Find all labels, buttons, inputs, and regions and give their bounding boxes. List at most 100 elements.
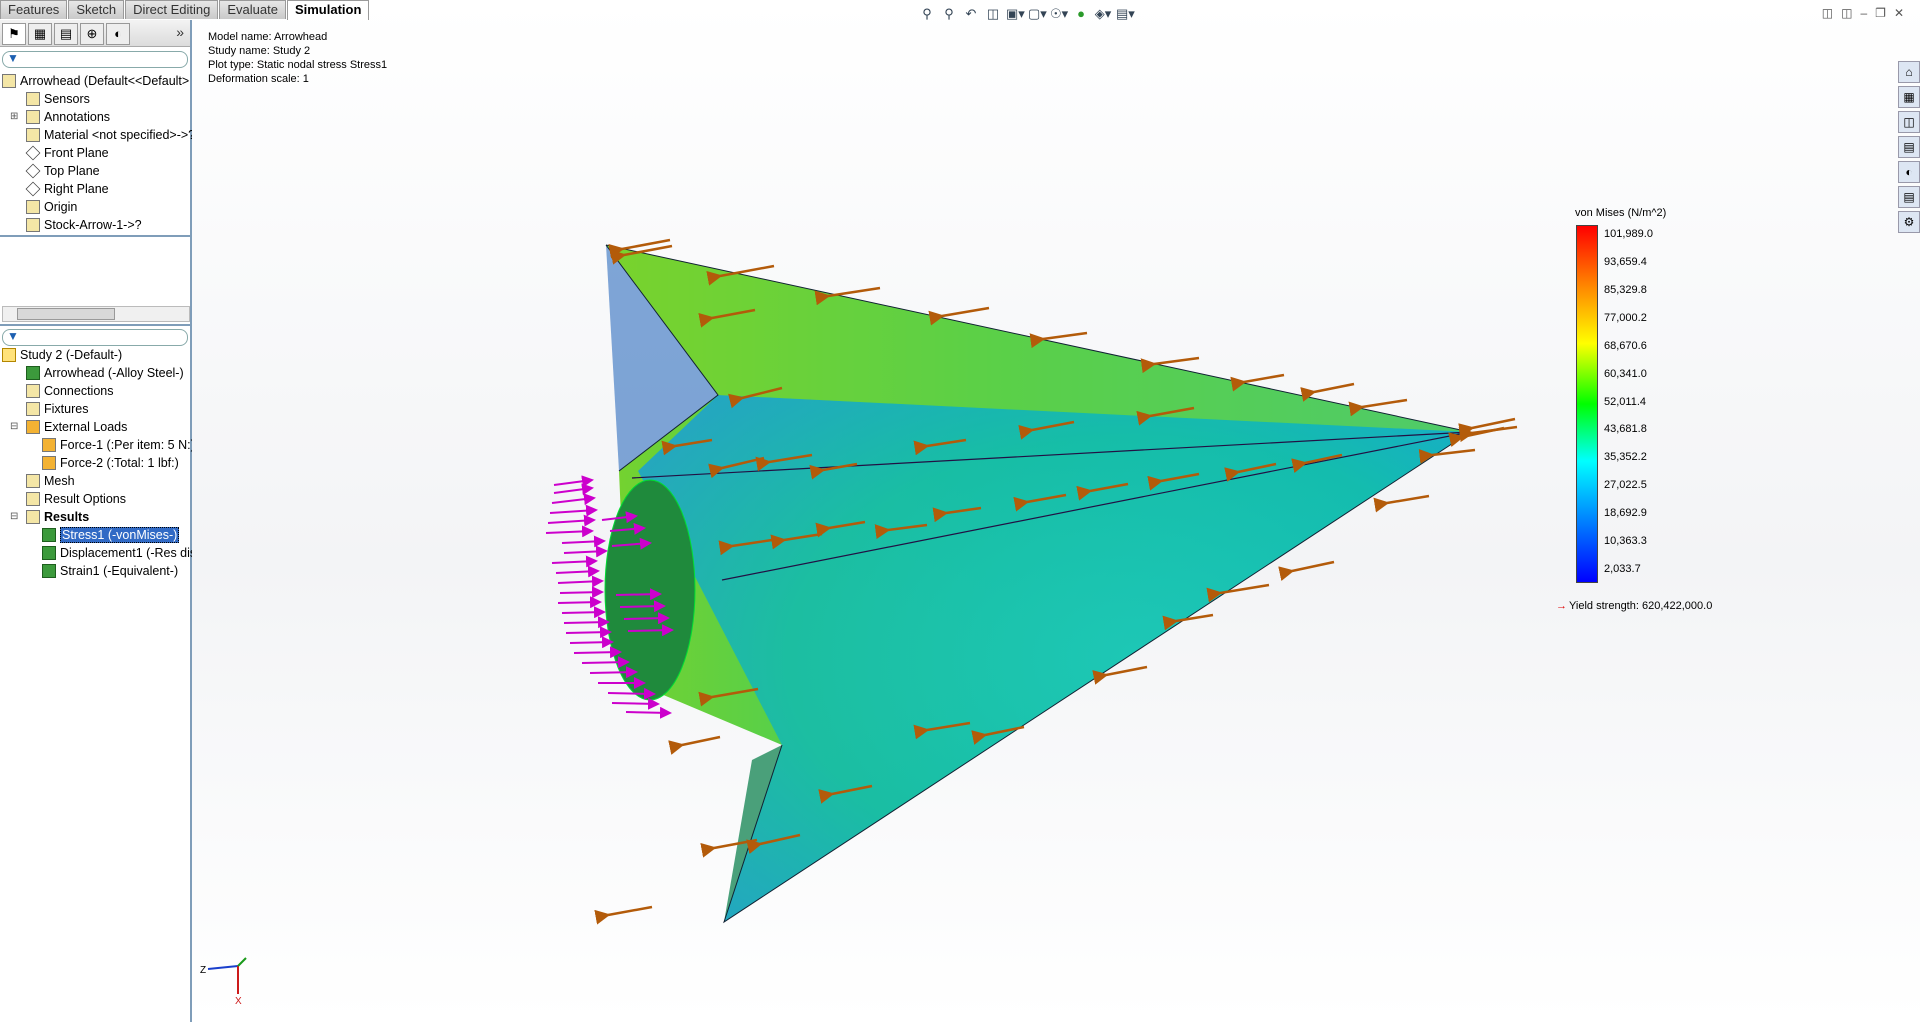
reference-triad: Z X <box>200 957 247 1006</box>
legend-title: von Mises (N/m^2) <box>1575 207 1667 219</box>
tree-item[interactable]: Force-1 (:Per item: 5 N:) <box>0 436 195 454</box>
tree-item-label: Strain1 (-Equivalent-) <box>60 564 179 578</box>
appearances-icon[interactable]: ◐ <box>1898 161 1920 183</box>
tree-item[interactable]: Connections <box>0 382 190 400</box>
legend-tick: 10,363.3 <box>1604 535 1647 548</box>
tree-item[interactable]: Fixtures <box>0 400 190 418</box>
yield-strength: → Yield strength: 620,422,000.0 <box>1556 600 1712 612</box>
tree-item[interactable]: Right Plane <box>0 180 190 198</box>
results-folder-icon <box>26 510 40 524</box>
property-manager-tab[interactable]: ▦ <box>28 23 52 45</box>
graphics-area[interactable]: Model name: Arrowhead Study name: Study … <box>192 0 1920 1022</box>
tree-item[interactable]: Mesh <box>0 472 190 490</box>
horizontal-scrollbar[interactable] <box>2 306 190 322</box>
annotations-icon <box>26 110 40 124</box>
view-palette-icon[interactable]: ▤ <box>1898 136 1920 158</box>
tree-item[interactable]: Stress1 (-vonMises-) <box>0 526 190 544</box>
result-options-icon <box>26 492 40 506</box>
legend-tick: 85,329.8 <box>1604 283 1647 296</box>
tree-item-label: Arrowhead (Default<<Default> <box>20 74 190 88</box>
plot-icon <box>42 564 56 578</box>
tab-sketch[interactable]: Sketch <box>68 0 125 19</box>
tree-item[interactable]: Force-2 (:Total: 1 lbf:) <box>0 454 190 472</box>
tab-features[interactable]: Features <box>0 0 68 19</box>
configuration-manager-tab[interactable]: ▤ <box>54 23 78 45</box>
force-icon <box>42 456 56 470</box>
tree-item[interactable]: Sensors <box>0 90 190 108</box>
feature-manager-tab[interactable]: ⚑ <box>2 23 26 45</box>
tree-item-label: Annotations <box>44 110 111 124</box>
tree-item[interactable]: Front Plane <box>0 144 190 162</box>
tree-item-label: Front Plane <box>44 146 109 160</box>
tree-item-label: Arrowhead (-Alloy Steel-) <box>44 366 184 380</box>
tree-item[interactable]: Arrowhead (Default<<Default> <box>0 72 190 90</box>
tree-item[interactable]: Study 2 (-Default-) <box>0 346 190 364</box>
feature-manager-panel: ⚑ ▦ ▤ ⊕ ◐ » ▼ Arrowhead (Default<<Defaul… <box>0 20 203 1022</box>
tree-item-label: Top Plane <box>44 164 100 178</box>
tree-item-label: Displacement1 (-Res disp <box>60 546 204 560</box>
legend-tick: 68,670.6 <box>1604 339 1647 352</box>
study-tree-filter[interactable]: ▼ <box>2 329 188 346</box>
collapse-icon[interactable]: ⊟ <box>10 418 18 436</box>
tree-item[interactable]: Result Options <box>0 490 190 508</box>
legend-tick: 43,681.8 <box>1604 423 1647 436</box>
tree-item-label: Sensors <box>44 92 90 106</box>
tab-evaluate[interactable]: Evaluate <box>219 0 286 19</box>
tree-item-label: Right Plane <box>44 182 109 196</box>
tree-item[interactable]: Origin <box>0 198 190 216</box>
tree-item-label: Results <box>44 510 90 524</box>
legend-tick: 101,989.0 <box>1604 228 1653 240</box>
display-manager-tab[interactable]: ◐ <box>106 23 130 45</box>
design-library-icon[interactable]: ▦ <box>1898 86 1920 108</box>
task-pane-tabs: ⌂ ▦ ◫ ▤ ◐ ▤ ⚙ <box>1896 58 1920 236</box>
yield-strength-label: Yield strength: 620,422,000.0 <box>1569 600 1713 612</box>
mesh-icon <box>26 474 40 488</box>
filter-icon: ▼ <box>7 329 19 343</box>
tree-item[interactable]: Strain1 (-Equivalent-) <box>0 562 190 580</box>
tree-item-label: Connections <box>44 384 114 398</box>
origin-icon <box>26 200 40 214</box>
simulation-icon[interactable]: ⚙ <box>1898 211 1920 233</box>
tree-item-label: Force-1 (:Per item: 5 N:) <box>60 438 195 452</box>
legend-tick: 52,011.4 <box>1604 395 1647 408</box>
part-icon <box>2 74 16 88</box>
tree-item[interactable]: ⊟ Results <box>0 508 190 526</box>
feature-tree-filter[interactable]: ▼ <box>2 51 188 68</box>
legend-tick: 35,352.2 <box>1604 451 1647 464</box>
legend-tick: 77,000.2 <box>1604 311 1647 324</box>
triad-z-label: Z <box>200 965 206 976</box>
triad-x-label: X <box>235 996 242 1006</box>
legend-tick: 93,659.4 <box>1604 255 1647 268</box>
tree-item[interactable]: ⊞ Annotations <box>0 108 190 126</box>
legend-tick: 27,022.5 <box>1604 479 1647 492</box>
custom-properties-icon[interactable]: ▤ <box>1898 186 1920 208</box>
tree-item[interactable]: ⊟ External Loads <box>0 418 190 436</box>
study-icon <box>2 348 16 362</box>
legend-color-bar <box>1576 225 1598 583</box>
resources-icon[interactable]: ⌂ <box>1898 61 1920 83</box>
collapse-icon[interactable]: ⊟ <box>10 508 18 526</box>
tree-item-label: Stress1 (-vonMises-) <box>60 527 180 543</box>
tree-item[interactable]: Displacement1 (-Res disp <box>0 544 203 562</box>
tree-item[interactable]: Stock-Arrow-1->? <box>0 216 190 234</box>
tab-direct-editing[interactable]: Direct Editing <box>125 0 219 19</box>
plot-icon <box>42 546 56 560</box>
collapse-panel-icon[interactable]: » <box>176 24 184 40</box>
legend-tick: 60,341.0 <box>1604 367 1647 380</box>
scrollbar-thumb[interactable] <box>17 308 115 320</box>
dimxpert-manager-tab[interactable]: ⊕ <box>80 23 104 45</box>
file-explorer-icon[interactable]: ◫ <box>1898 111 1920 133</box>
plane-icon <box>25 181 41 197</box>
feature-tree: Arrowhead (Default<<Default> Sensors ⊞ Anno… <box>0 72 195 234</box>
tree-item-label: Fixtures <box>44 402 89 416</box>
tree-item[interactable]: Top Plane <box>0 162 190 180</box>
expand-icon[interactable]: ⊞ <box>10 108 18 126</box>
tree-item[interactable]: Material <not specified>->? <box>0 126 195 144</box>
manager-tabs: ⚑ ▦ ▤ ⊕ ◐ » <box>0 20 190 47</box>
tab-simulation[interactable]: Simulation <box>286 0 370 20</box>
panel-divider <box>0 235 190 237</box>
fixtures-icon <box>26 402 40 416</box>
panel-divider <box>0 324 190 326</box>
external-loads-icon <box>26 420 40 434</box>
tree-item[interactable]: Arrowhead (-Alloy Steel-) <box>0 364 190 382</box>
